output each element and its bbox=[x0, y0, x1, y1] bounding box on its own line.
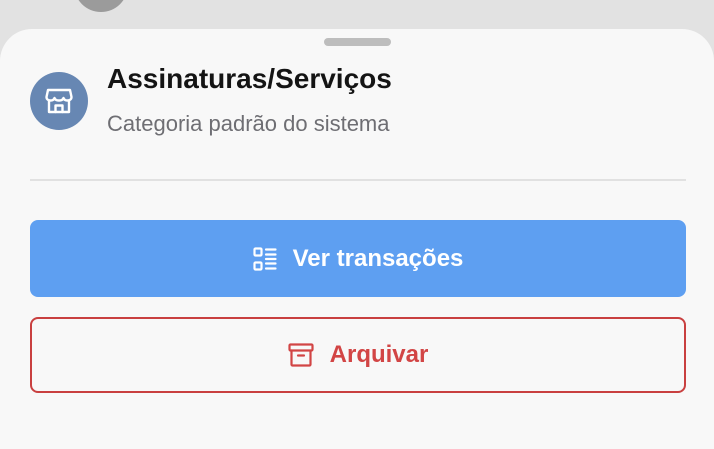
category-subtitle: Categoria padrão do sistema bbox=[107, 111, 390, 136]
background-avatar bbox=[74, 0, 128, 12]
archive-label: Arquivar bbox=[329, 341, 429, 368]
view-transactions-button[interactable]: Ver transações bbox=[30, 220, 686, 297]
category-title: Assinaturas/Serviços bbox=[107, 63, 392, 94]
store-icon bbox=[30, 72, 88, 130]
archive-button[interactable]: Arquivar bbox=[30, 317, 686, 393]
list-icon bbox=[253, 246, 277, 271]
bottom-sheet: Assinaturas/Serviços Categoria padrão do… bbox=[0, 29, 714, 449]
divider bbox=[30, 179, 686, 181]
archive-box-icon bbox=[288, 343, 314, 367]
view-transactions-label: Ver transações bbox=[292, 244, 464, 272]
sheet-grabber-handle[interactable] bbox=[324, 38, 391, 46]
